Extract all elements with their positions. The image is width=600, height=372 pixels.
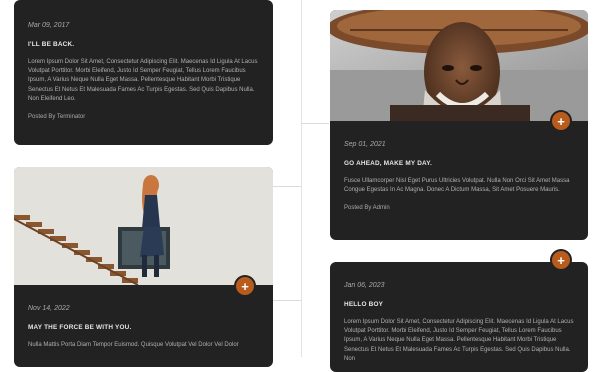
post-card: Sep 01, 2021 GO AHEAD, MAKE MY DAY. Fusc… (330, 10, 588, 240)
post-date: Jan 06, 2023 (344, 282, 385, 289)
post-author: Posted By Terminator (28, 114, 86, 121)
post-excerpt: Nulla Mattis Porta Diam Tempor Euismod. … (28, 342, 239, 348)
post-author: Posted By Admin (344, 205, 390, 212)
expand-post-button[interactable]: + (236, 277, 254, 295)
timeline-connector (301, 123, 329, 124)
post-date: Mar 09, 2017 (28, 22, 70, 29)
portrait-image (330, 10, 588, 121)
expand-post-button[interactable]: + (552, 251, 570, 269)
plus-icon: + (241, 278, 249, 294)
timeline-line (301, 0, 302, 357)
post-title[interactable]: HELLO BOY (344, 301, 574, 308)
plus-icon: + (557, 113, 565, 129)
post-title[interactable]: MAY THE FORCE BE WITH YOU. (28, 324, 259, 331)
post-excerpt: Fusce Ullamcorper Nisl Eget Purus Ultric… (344, 178, 570, 194)
post-excerpt: Lorem Ipsum Dolor Sit Amet, Consectetur … (344, 319, 574, 362)
post-title[interactable]: I'LL BE BACK. (28, 41, 259, 48)
post-excerpt: Lorem Ipsum Dolor Sit Amet, Consectetur … (28, 59, 258, 102)
post-card: Mar 09, 2017 I'LL BE BACK. Lorem Ipsum D… (14, 0, 273, 145)
post-image-man-with-hat (330, 10, 588, 121)
post-title[interactable]: GO AHEAD, MAKE MY DAY. (344, 160, 574, 167)
post-card: Jan 06, 2023 HELLO BOY Lorem Ipsum Dolor… (330, 262, 588, 372)
timeline-connector (273, 300, 301, 301)
stairs-image (14, 167, 273, 285)
plus-icon: + (557, 252, 565, 268)
post-date: Nov 14, 2022 (28, 305, 70, 312)
post-image-woman-on-stairs (14, 167, 273, 285)
post-date: Sep 01, 2021 (344, 141, 386, 148)
post-card: Nov 14, 2022 MAY THE FORCE BE WITH YOU. … (14, 167, 273, 367)
timeline-connector (273, 186, 301, 187)
expand-post-button[interactable]: + (552, 112, 570, 130)
